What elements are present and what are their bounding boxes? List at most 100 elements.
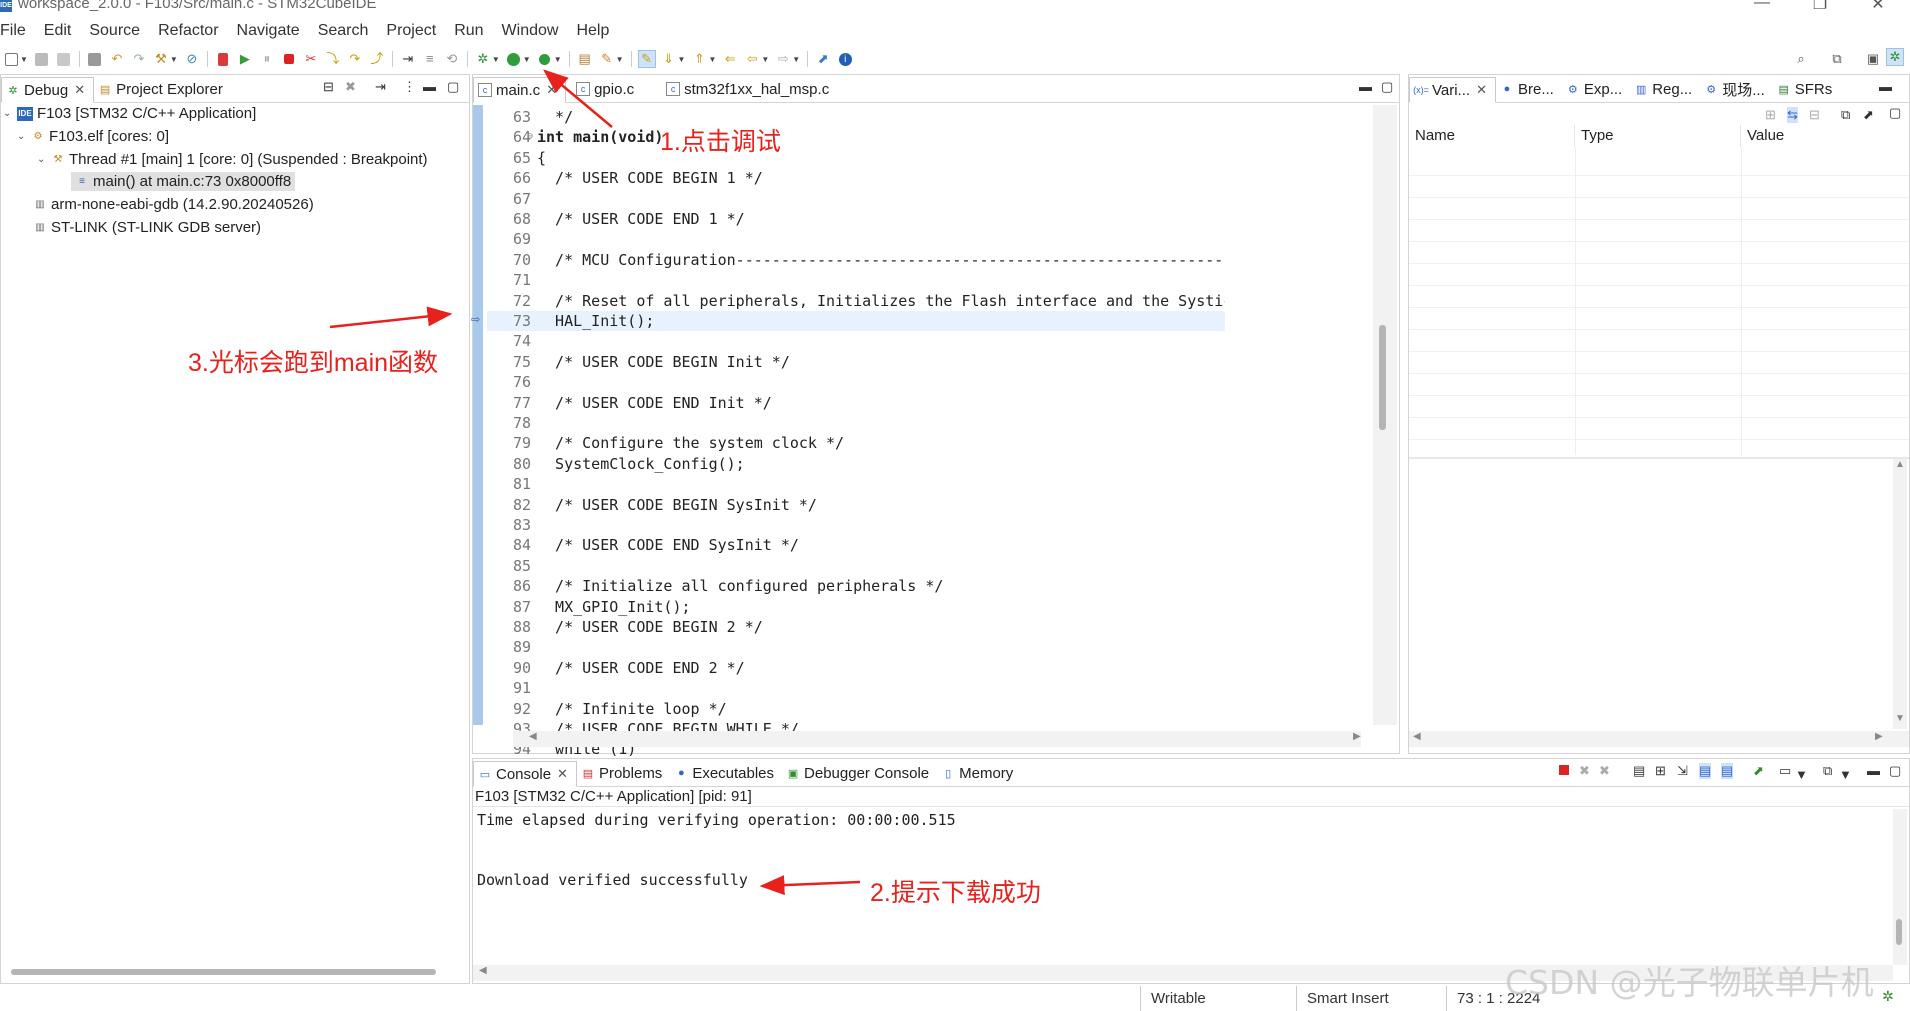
tab-console[interactable]: ▭ Console ✕ [473,761,577,787]
chevron-down-icon[interactable]: ⌄ [3,108,13,119]
print-icon[interactable] [86,50,104,68]
maximize-view-icon[interactable]: ▢ [1889,763,1901,779]
tab-sfrs[interactable]: ▤ SFRs [1773,76,1841,102]
scroll-left-icon[interactable]: ◀ [1413,731,1421,742]
forward-icon[interactable]: ⇨ [774,50,792,68]
code-line[interactable]: 65 { [487,148,1225,168]
minimize-icon[interactable]: — [1752,0,1772,12]
open-type-icon[interactable]: ▤ [576,50,594,68]
next-annotation-icon[interactable]: ⇓ [660,50,678,68]
step-over-icon[interactable]: ↷ [346,50,364,68]
editor-vscroll-thumb[interactable] [1379,325,1386,430]
redo-icon[interactable]: ↷ [130,50,148,68]
menu-search[interactable]: Search [309,22,378,40]
code-line[interactable]: 71 [487,270,1225,290]
fold-toggle-icon[interactable]: ⊖ [527,127,533,147]
menu-source[interactable]: Source [80,22,149,40]
minimize-view-icon[interactable]: ▬ [423,79,436,94]
run-icon[interactable] [505,50,523,68]
tab-expressions[interactable]: ⚙ Exp... [1562,76,1630,102]
instruction-stepping-icon[interactable]: ⇥ [399,50,417,68]
show-type-names-icon[interactable]: ⊞ [1765,107,1776,123]
minimize-view-icon[interactable]: ▬ [1359,79,1372,94]
minimize-view-icon[interactable]: ▬ [1867,763,1880,778]
scroll-left-icon[interactable]: ◀ [479,965,487,976]
variables-hscrollbar[interactable] [1409,731,1909,747]
console-vscroll-thumb[interactable] [1896,919,1902,945]
maximize-view-icon[interactable]: ▢ [447,79,459,95]
back-dropdown-icon[interactable]: ▼ [761,55,769,64]
terminate-console-icon[interactable] [1559,763,1569,778]
menu-window[interactable]: Window [493,22,568,40]
run-dropdown-icon[interactable]: ▼ [523,55,531,64]
debug-perspective-icon[interactable]: ✲ [1886,48,1904,66]
column-value[interactable]: Value [1741,125,1909,147]
remove-all-terminated-icon[interactable]: ✖ [1599,763,1610,779]
code-line[interactable]: 69 [487,229,1225,249]
forward-dropdown-icon[interactable]: ▼ [792,55,800,64]
debug-hscrollbar[interactable] [11,969,436,975]
code-line[interactable]: 89 [487,637,1225,657]
pin-icon[interactable]: ⬈ [1863,107,1874,123]
code-line[interactable]: 81 [487,474,1225,494]
code-line[interactable]: 87 MX_GPIO_Init(); [487,597,1225,617]
step-return-icon[interactable]: ⤴ [368,50,386,68]
tab-memory[interactable]: ▯ Memory [937,760,1021,786]
open-console-icon[interactable]: ⧉ [1823,763,1832,779]
pin-editor-icon[interactable]: ⬈ [814,50,832,68]
layout-icon[interactable]: ⧉ [1841,107,1850,123]
code-line[interactable]: 92 /* Infinite loop */ [487,699,1225,719]
pin-console-icon[interactable]: ⬈ [1753,763,1764,779]
word-wrap-icon[interactable]: ⇲ [1677,763,1688,779]
chevron-down-icon[interactable]: ⌄ [17,131,27,142]
code-line[interactable]: 70 /* MCU Configuration-----------------… [487,250,1225,270]
menu-run[interactable]: Run [445,22,492,40]
resume-play-icon[interactable]: ▶ [236,50,254,68]
close-icon[interactable]: ✕ [557,766,568,782]
maximize-view-icon[interactable]: ▢ [1381,79,1393,95]
code-line[interactable]: 78 [487,413,1225,433]
toggle-mark-occurrences-icon[interactable]: ✎ [637,50,656,68]
tab-registers[interactable]: ▥ Reg... [1630,76,1700,102]
code-line[interactable]: 76 [487,372,1225,392]
menu-navigate[interactable]: Navigate [228,22,309,40]
menu-refactor[interactable]: Refactor [149,22,227,40]
build-dropdown-icon[interactable]: ▼ [170,55,178,64]
scroll-up-icon[interactable]: ▲ [1895,459,1905,470]
code-line[interactable]: 64 ⊖ int main(void) [487,127,1225,147]
remove-launch-icon[interactable]: ✖ [1579,763,1590,779]
skip-breakpoints-icon[interactable]: ⊘ [183,50,201,68]
new-icon[interactable] [2,50,20,68]
show-logical-structure-icon[interactable]: ⇆ [1787,107,1798,123]
new-dropdown-icon[interactable]: ▼ [20,55,28,64]
collapse-all-icon[interactable]: ⊟ [1809,107,1820,123]
code-line[interactable]: 73 HAL_Init(); [487,311,1225,331]
open-perspective-icon[interactable]: ⧉ [1828,50,1846,68]
tab-variables[interactable]: (x)= Vari... ✕ [1409,77,1496,103]
code-line[interactable]: 63 */ [487,107,1225,127]
menu-file[interactable]: File [0,22,35,40]
menu-help[interactable]: Help [567,22,618,40]
prev-annotation-icon[interactable]: ⇑ [690,50,708,68]
close-icon[interactable]: ✕ [546,82,557,98]
column-type[interactable]: Type [1575,125,1741,147]
code-line[interactable]: 90 /* USER CODE END 2 */ [487,658,1225,678]
code-line[interactable]: 80 SystemClock_Config(); [487,454,1225,474]
next-annotation-dropdown-icon[interactable]: ▼ [678,55,686,64]
close-icon[interactable]: ✕ [74,82,85,98]
cpp-perspective-icon[interactable]: ▣ [1864,50,1882,68]
show-on-stderr-icon[interactable]: ▤ [1721,763,1734,779]
editor-hscrollbar[interactable] [513,731,1361,747]
collapse-all-icon[interactable]: ⊟ [323,79,334,95]
code-line[interactable]: 72 /* Reset of all peripherals, Initiali… [487,291,1225,311]
prev-annotation-dropdown-icon[interactable]: ▼ [708,55,716,64]
chevron-down-icon[interactable]: ⌄ [37,154,47,165]
open-console-dropdown-icon[interactable]: ▼ [1839,767,1852,782]
tree-item-stlink[interactable]: ▥ ST-LINK (ST-LINK GDB server) [33,218,261,237]
column-name[interactable]: Name [1409,125,1575,147]
tab-executables[interactable]: ● Executables [670,760,782,786]
code-line[interactable]: 83 [487,515,1225,535]
code-line[interactable]: 88 /* USER CODE BEGIN 2 */ [487,617,1225,637]
step-into-icon[interactable]: ⤵ [324,50,342,68]
update-icon[interactable]: ✲ [1882,988,1894,1005]
